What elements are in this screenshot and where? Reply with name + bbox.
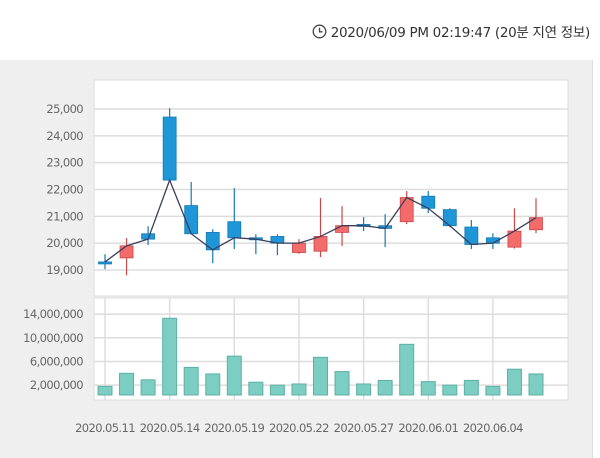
candle-body — [119, 245, 134, 259]
volume-bar — [162, 317, 178, 396]
candle-body — [335, 225, 349, 233]
date-tick-label: 2020.05.22 — [269, 421, 329, 435]
date-tick-label: 2020.06.04 — [463, 421, 523, 435]
price-tick-label: 19,000 — [46, 263, 83, 277]
candle-body — [98, 261, 112, 265]
volume-bar — [248, 381, 264, 396]
candle-body — [399, 197, 414, 223]
candle-body — [184, 205, 199, 235]
price-tick-label: 25,000 — [46, 102, 83, 116]
price-panel — [93, 79, 569, 297]
volume-bar — [313, 356, 328, 396]
volume-tick-label: 6,000,000 — [30, 354, 83, 368]
volume-bar — [528, 373, 544, 396]
volume-bar — [399, 343, 415, 396]
candle-body — [313, 236, 328, 252]
volume-bar — [506, 368, 522, 396]
volume-bar — [97, 385, 113, 396]
candle-body — [529, 217, 543, 231]
price-tick-label: 20,000 — [46, 236, 83, 250]
date-tick-label: 2020.06.01 — [398, 421, 458, 435]
volume-bar — [183, 366, 199, 396]
date-tick-label: 2020.05.27 — [334, 421, 394, 435]
volume-bar — [140, 379, 156, 396]
stock-chart: 19,000 20,000 21,000 22,000 23,000 24,000 25,0… — [23, 79, 569, 435]
date-tick-label: 2020.05.11 — [75, 421, 135, 435]
volume-bar — [420, 381, 436, 396]
volume-tick-label: 10,000,000 — [23, 331, 83, 345]
volume-bar — [485, 385, 501, 396]
volume-tick-label: 2,000,000 — [30, 378, 83, 392]
volume-bar — [334, 371, 350, 396]
candle-body — [292, 242, 306, 253]
candle-body — [464, 226, 479, 245]
volume-bar — [442, 384, 458, 396]
price-tick-label: 22,000 — [46, 182, 83, 196]
price-tick-label: 21,000 — [46, 209, 83, 223]
volume-bar — [291, 383, 307, 396]
candle-body — [442, 209, 457, 227]
volume-bar — [463, 379, 479, 396]
date-tick-label: 2020.05.19 — [204, 421, 264, 435]
date-tick-label: 2020.05.14 — [140, 421, 200, 435]
volume-bar — [205, 373, 221, 396]
price-tick-label: 24,000 — [46, 129, 83, 143]
volume-bar — [119, 372, 135, 396]
volume-bar — [377, 379, 393, 396]
candle-body — [162, 116, 177, 181]
volume-bar — [269, 384, 285, 396]
volume-bar — [226, 355, 242, 396]
price-tick-label: 23,000 — [46, 156, 83, 170]
volume-tick-label: 14,000,000 — [23, 307, 83, 321]
volume-bar — [356, 383, 372, 396]
candle-body — [227, 221, 242, 239]
